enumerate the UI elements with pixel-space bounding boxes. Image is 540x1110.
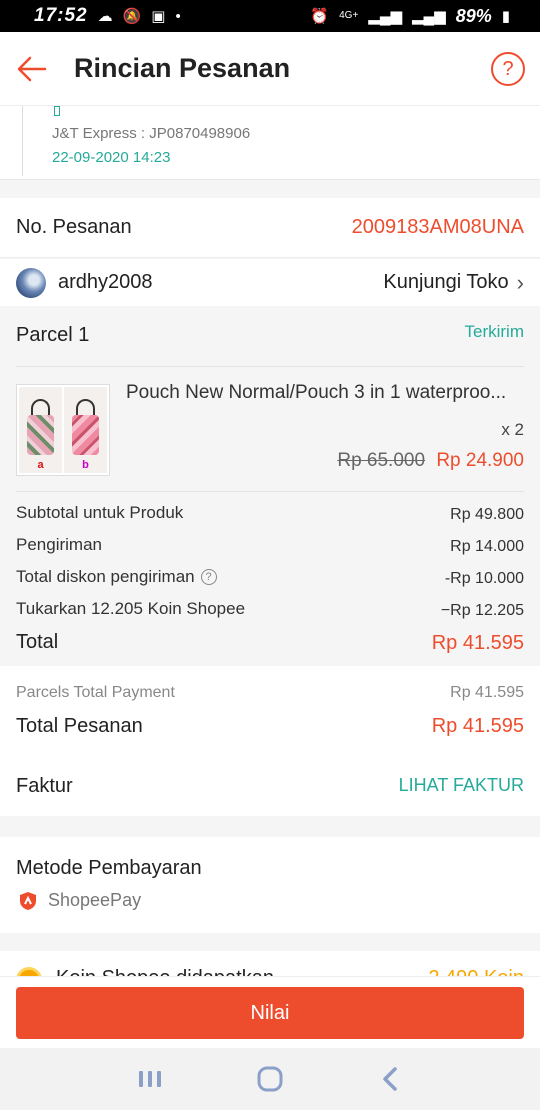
product-thumbnail: a b	[16, 384, 110, 476]
summary-label: Subtotal untuk Produk	[16, 503, 184, 522]
payment-method: ShopeePay	[18, 890, 141, 911]
rate-button[interactable]: Nilai	[16, 987, 524, 1039]
parcel-title: Parcel 1	[16, 324, 90, 346]
discounted-price: Rp 24.900	[436, 450, 524, 471]
timeline-line	[22, 106, 23, 176]
visit-shop-label: Kunjungi Toko	[383, 271, 509, 293]
invoice-row: Faktur LIHAT FAKTUR	[16, 775, 524, 798]
view-invoice-link[interactable]: LIHAT FAKTUR	[399, 775, 524, 796]
info-icon[interactable]: ?	[200, 569, 217, 585]
original-price: Rp 65.000	[337, 450, 426, 471]
bag-body	[72, 415, 99, 455]
summary-label: Tukarkan 12.205 Koin Shopee	[16, 599, 246, 618]
variant-tag-a: a	[37, 459, 44, 471]
order-number-value[interactable]: 2009183AM08UNA	[352, 216, 524, 239]
arrow-left-icon	[17, 56, 47, 81]
dot-icon: •	[175, 7, 181, 25]
summary-label: Total diskon pengiriman	[16, 567, 195, 586]
order-number-label: No. Pesanan	[16, 216, 132, 238]
recent-apps-icon	[139, 1071, 161, 1087]
total-label: Total	[16, 631, 59, 653]
order-number-row: No. Pesanan 2009183AM08UNA	[0, 198, 540, 258]
parcel-status[interactable]: Terkirim	[465, 322, 525, 342]
cloud-icon: ☁	[97, 7, 113, 25]
order-total-section: Parcels Total Payment Rp 41.595 Total Pe…	[0, 666, 540, 816]
tracking-courier: J&T Express : JP0870498906	[52, 125, 251, 142]
summary-value: Rp 14.000	[450, 538, 524, 555]
bottom-action-bar: Nilai	[0, 976, 540, 1048]
signal-icon-2: ▂▄▆	[412, 7, 446, 25]
home-button[interactable]	[250, 1059, 290, 1099]
summary-row-shipping: Pengiriman Rp 14.000	[16, 531, 524, 563]
home-icon	[257, 1066, 283, 1092]
summary-row-total: Total Rp 41.595	[16, 627, 524, 659]
payment-title: Metode Pembayaran	[16, 857, 202, 879]
battery-icon: ▮	[501, 7, 510, 25]
thumbnail-variant-a: a	[19, 387, 62, 473]
shop-name: ardhy2008	[58, 271, 153, 293]
product-item[interactable]: a b Pouch New Normal/Pouch 3 in 1 waterp…	[16, 368, 524, 492]
product-price: Rp 65.000 Rp 24.900	[337, 450, 524, 472]
recent-apps-button[interactable]	[130, 1059, 170, 1099]
alarm-icon: ⏰	[310, 7, 330, 25]
status-time: 17:52	[34, 5, 88, 26]
gallery-icon: ▣	[151, 7, 166, 25]
app-header: Rincian Pesanan ?	[0, 32, 540, 106]
parcels-total-value: Rp 41.595	[450, 684, 524, 701]
status-right: ⏰ 4G+ ▂▄▆ ▂▄▆ 89% ▮	[310, 6, 510, 27]
signal-icon: ▂▄▆	[368, 7, 402, 25]
summary-value: Rp 49.800	[450, 506, 524, 523]
summary-row-shipping-discount: Total diskon pengiriman ? -Rp 10.000	[16, 563, 524, 595]
tracking-timestamp: 22-09-2020 14:23	[52, 149, 171, 166]
shopeepay-icon	[18, 891, 38, 911]
summary-label-wrap: Total diskon pengiriman ?	[16, 567, 217, 587]
summary-value: −Rp 12.205	[440, 602, 524, 619]
product-quantity: x 2	[501, 420, 524, 439]
chevron-left-icon	[383, 1067, 397, 1091]
parcels-total-row: Parcels Total Payment Rp 41.595	[16, 684, 524, 702]
order-total-label: Total Pesanan	[16, 715, 143, 737]
invoice-label: Faktur	[16, 775, 73, 797]
payment-section: Metode Pembayaran ShopeePay	[0, 837, 540, 933]
bag-body	[27, 415, 54, 455]
parcel-header: Parcel 1 Terkirim	[16, 306, 524, 367]
total-value: Rp 41.595	[431, 632, 524, 654]
status-bar: 17:52 ☁ 🔕 ▣ • ⏰ 4G+ ▂▄▆ ▂▄▆ 89% ▮	[0, 0, 540, 32]
price-summary: Subtotal untuk Produk Rp 49.800 Pengirim…	[16, 499, 524, 659]
visit-shop-button[interactable]: Kunjungi Toko ›	[383, 270, 524, 296]
thumbnail-variant-b: b	[64, 387, 107, 473]
payment-method-name: ShopeePay	[48, 890, 142, 910]
chevron-right-icon: ›	[516, 269, 524, 295]
back-button[interactable]	[16, 53, 48, 85]
summary-value: -Rp 10.000	[444, 570, 524, 587]
product-name: Pouch New Normal/Pouch 3 in 1 waterproo.…	[126, 382, 507, 403]
parcels-total-label: Parcels Total Payment	[16, 684, 175, 701]
variant-tag-b: b	[82, 459, 89, 471]
status-left: 17:52 ☁ 🔕 ▣ •	[34, 5, 181, 27]
network-label: 4G+	[339, 10, 359, 21]
shop-avatar	[16, 267, 46, 298]
timeline-marker-icon	[54, 106, 60, 116]
system-nav-bar	[0, 1048, 540, 1110]
back-nav-button[interactable]	[370, 1059, 410, 1099]
order-total-value: Rp 41.595	[431, 715, 524, 737]
order-total-row: Total Pesanan Rp 41.595	[16, 715, 524, 738]
summary-label: Pengiriman	[16, 535, 102, 554]
help-button[interactable]: ?	[491, 52, 525, 86]
summary-row-subtotal: Subtotal untuk Produk Rp 49.800	[16, 499, 524, 531]
parcel-section: Parcel 1 Terkirim a b Pouch New Normal/P…	[0, 306, 540, 666]
shop-row: ardhy2008 Kunjungi Toko ›	[0, 259, 540, 306]
mute-icon: 🔕	[122, 7, 142, 25]
summary-row-coins: Tukarkan 12.205 Koin Shopee −Rp 12.205	[16, 595, 524, 627]
page-title: Rincian Pesanan	[74, 53, 291, 83]
tracking-section[interactable]: J&T Express : JP0870498906 22-09-2020 14…	[0, 106, 540, 180]
question-icon: ?	[502, 57, 514, 80]
battery-percent: 89%	[455, 5, 492, 26]
